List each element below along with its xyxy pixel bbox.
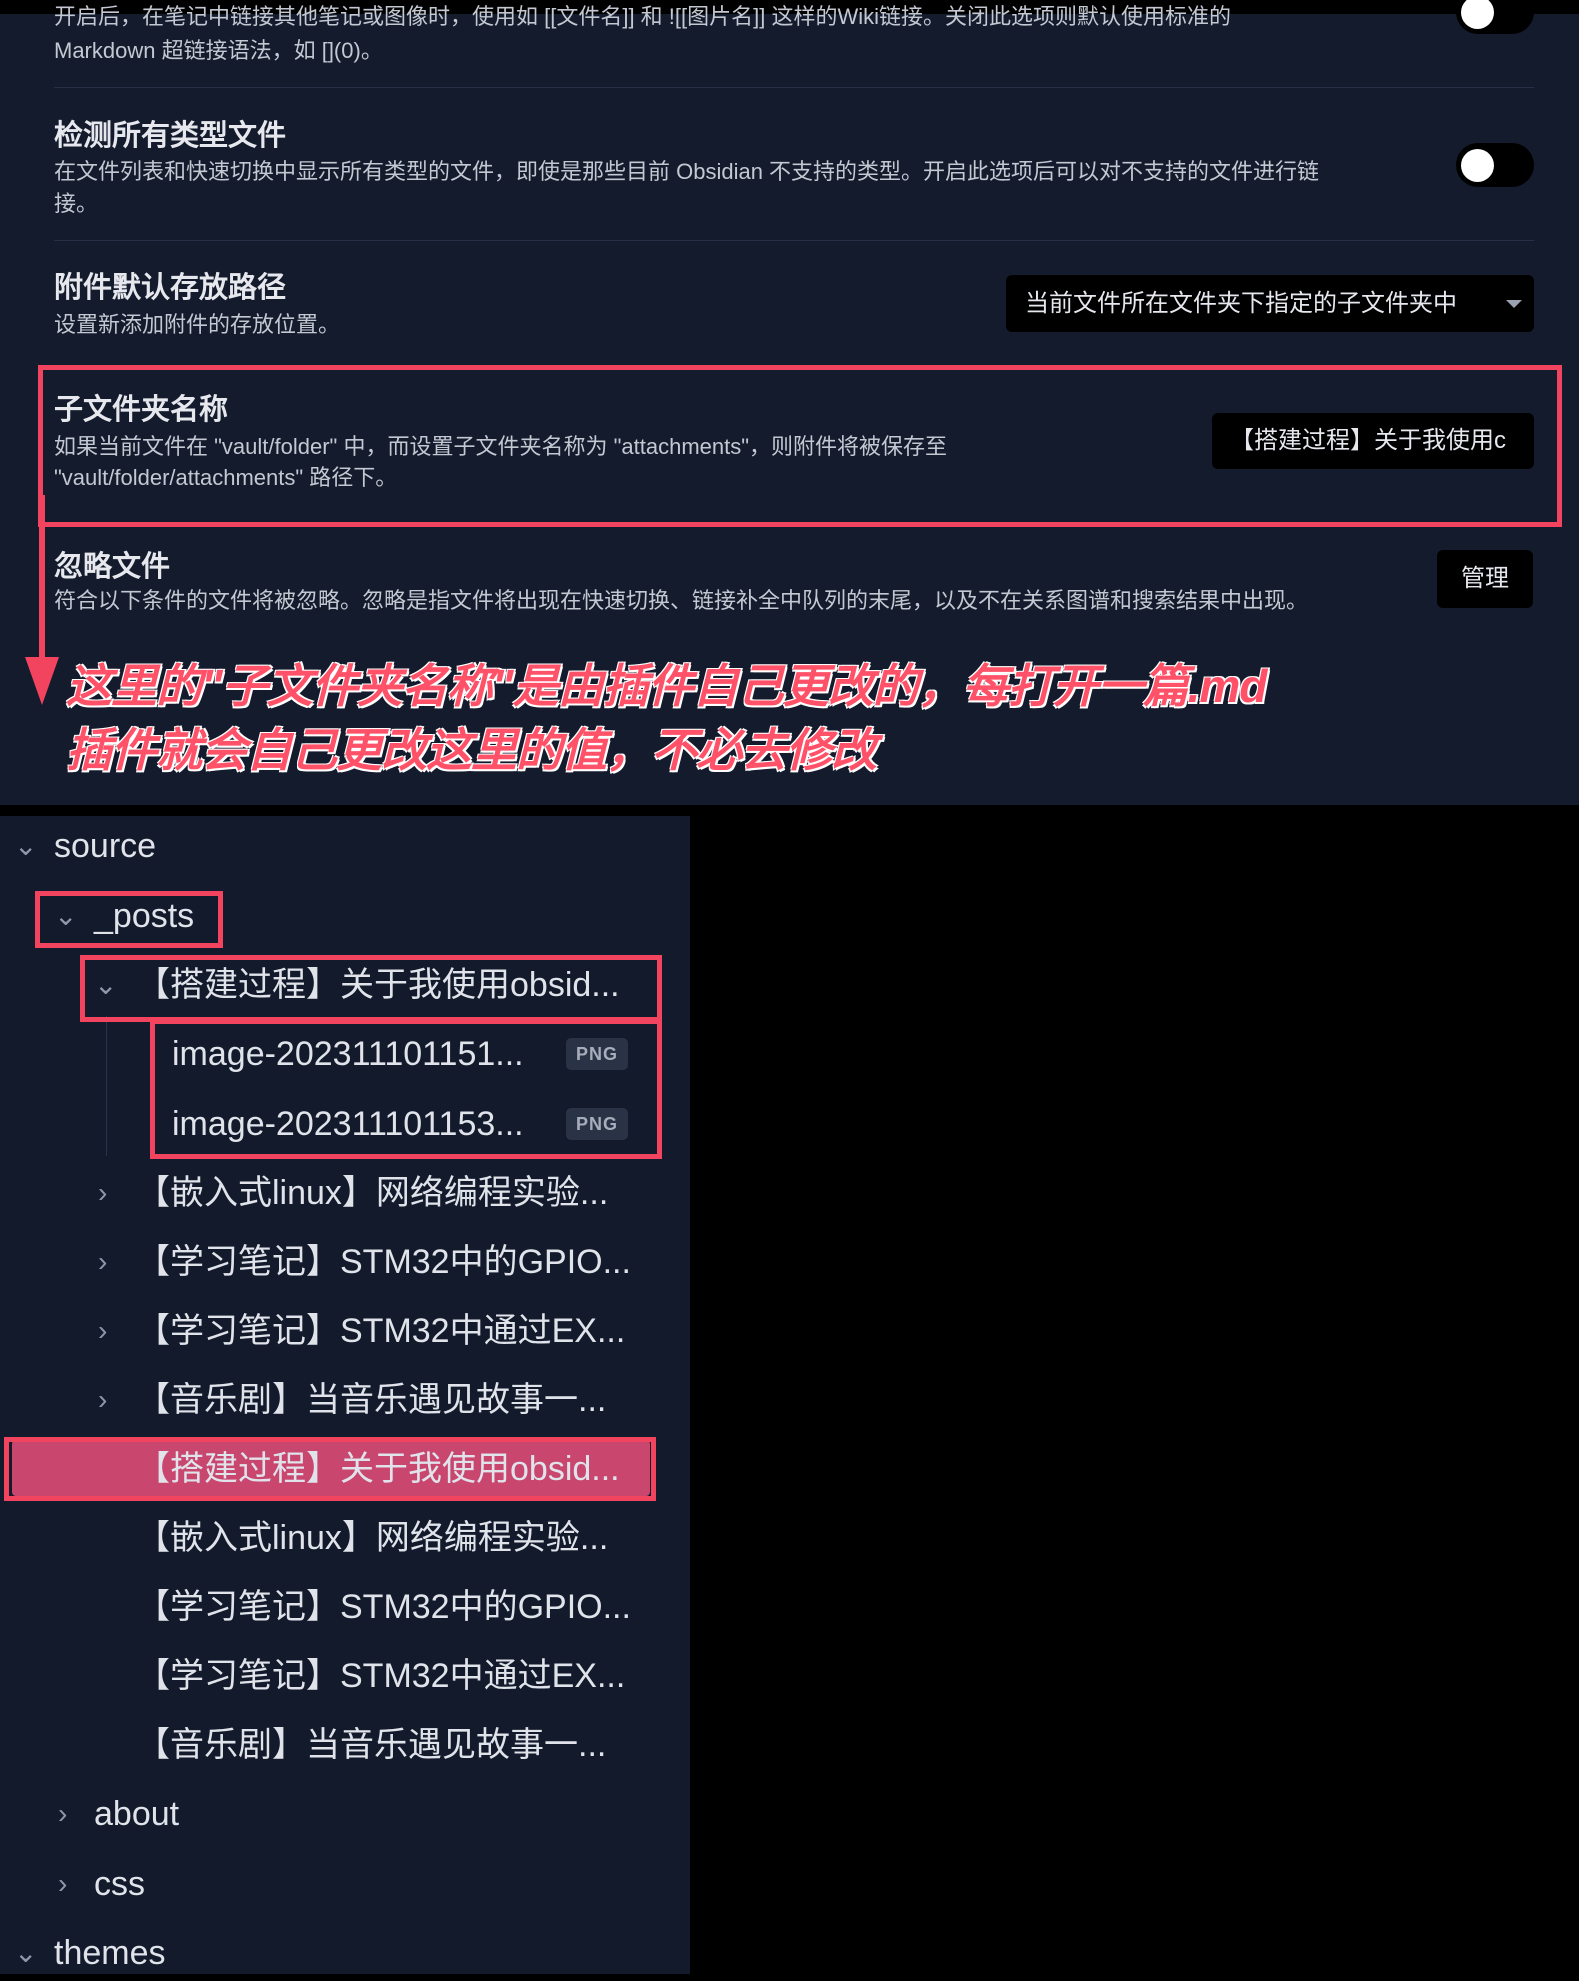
attachment-path-label: 附件默认存放路径 bbox=[54, 272, 287, 304]
prev-setting-desc-line1: 开启后，在笔记中链接其他笔记或图像时，使用如 [[文件名]] 和 ![[图片名]… bbox=[54, 4, 1232, 29]
annotation-line2: 插件就会自己更改这里的值，不必去修改 bbox=[66, 724, 877, 776]
tree-item-label: css bbox=[94, 1865, 145, 1903]
chevron-right-icon: › bbox=[98, 1315, 108, 1346]
subfolder-name-desc-line2: "vault/folder/attachments" 路径下。 bbox=[54, 465, 398, 490]
tree-item-themes[interactable]: ⌄ themes bbox=[0, 1925, 680, 1981]
detect-all-files-desc-line2: 接。 bbox=[54, 191, 99, 216]
chevron-right-icon: › bbox=[98, 1246, 108, 1277]
tree-item-md-file[interactable]: 【嵌入式linux】网络编程实验... bbox=[0, 1510, 680, 1566]
detect-all-files-desc-line1: 在文件列表和快速切换中显示所有类型的文件，即使是那些目前 Obsidian 不支… bbox=[54, 159, 1320, 184]
tree-item-label: 【学习笔记】STM32中通过EX... bbox=[136, 1312, 626, 1350]
subfolder-name-input[interactable]: 【搭建过程】关于我使用c bbox=[1212, 413, 1534, 469]
tree-item-md-file[interactable]: 【音乐剧】当音乐遇见故事一... bbox=[0, 1717, 680, 1773]
detect-all-files-label: 检测所有类型文件 bbox=[54, 120, 287, 152]
tree-item-label: themes bbox=[54, 1934, 166, 1972]
tree-item-label: 【搭建过程】关于我使用obsid... bbox=[136, 1450, 620, 1488]
chevron-right-icon: › bbox=[98, 1177, 108, 1208]
chevron-right-icon: › bbox=[58, 1798, 68, 1829]
tree-item-label: about bbox=[94, 1795, 180, 1833]
posts-highlight-box bbox=[35, 891, 223, 948]
tree-item-label: 【学习笔记】STM32中的GPIO... bbox=[136, 1243, 631, 1281]
tree-item-label: 【音乐剧】当音乐遇见故事一... bbox=[136, 1726, 607, 1764]
attachment-folder-highlight-box bbox=[80, 955, 662, 1022]
detect-all-files-toggle[interactable] bbox=[1456, 143, 1534, 187]
tree-item-md-file[interactable]: 【学习笔记】STM32中的GPIO... bbox=[0, 1579, 680, 1635]
chevron-down-icon: ⌄ bbox=[14, 1937, 38, 1968]
tree-item-label: 【嵌入式linux】网络编程实验... bbox=[136, 1519, 609, 1557]
subfolder-name-value: 【搭建过程】关于我使用c bbox=[1230, 427, 1506, 454]
tree-item-label: source bbox=[54, 827, 157, 865]
tree-item-about[interactable]: › about bbox=[0, 1786, 680, 1842]
tree-item-label: 【学习笔记】STM32中通过EX... bbox=[136, 1657, 626, 1695]
empty-area bbox=[690, 816, 1579, 1974]
divider bbox=[54, 87, 1534, 88]
subfolder-name-desc-line1: 如果当前文件在 "vault/folder" 中，而设置子文件夹名称为 "att… bbox=[54, 434, 948, 459]
attachment-path-value: 当前文件所在文件夹下指定的子文件夹中 bbox=[1025, 290, 1457, 317]
chevron-right-icon: › bbox=[58, 1868, 68, 1899]
tree-item-md-file[interactable]: 【学习笔记】STM32中通过EX... bbox=[0, 1648, 680, 1704]
settings-panel: 开启后，在笔记中链接其他笔记或图像时，使用如 [[文件名]] 和 ![[图片名]… bbox=[0, 0, 1579, 805]
annotation-line1: 这里的"子文件夹名称"是由插件自己更改的，每打开一篇.md bbox=[66, 660, 1267, 712]
tree-item-label: 【学习笔记】STM32中的GPIO... bbox=[136, 1588, 631, 1626]
tree-item-css[interactable]: › css bbox=[0, 1856, 680, 1912]
tree-item-md-file-active[interactable]: 【搭建过程】关于我使用obsid... bbox=[0, 1441, 680, 1497]
chevron-right-icon: › bbox=[98, 1384, 108, 1415]
tree-item-folder[interactable]: › 【音乐剧】当音乐遇见故事一... bbox=[0, 1372, 680, 1428]
tree-item-label: 【音乐剧】当音乐遇见故事一... bbox=[136, 1381, 607, 1419]
png-files-highlight-box bbox=[150, 1019, 662, 1159]
prev-setting-toggle[interactable] bbox=[1456, 0, 1534, 34]
caret-down-icon bbox=[1506, 300, 1522, 308]
tree-item-folder[interactable]: › 【嵌入式linux】网络编程实验... bbox=[0, 1165, 680, 1221]
prev-setting-desc-line2: Markdown 超链接语法，如 [](0)。 bbox=[54, 38, 383, 63]
tree-item-source[interactable]: ⌄ source bbox=[0, 818, 680, 874]
chevron-down-icon: ⌄ bbox=[14, 830, 38, 861]
tree-item-folder[interactable]: › 【学习笔记】STM32中的GPIO... bbox=[0, 1234, 680, 1290]
attachment-path-dropdown[interactable]: 当前文件所在文件夹下指定的子文件夹中 bbox=[1006, 275, 1534, 332]
tree-item-folder[interactable]: › 【学习笔记】STM32中通过EX... bbox=[0, 1303, 680, 1359]
tree-item-label: 【嵌入式linux】网络编程实验... bbox=[136, 1174, 609, 1212]
ignore-files-desc: 符合以下条件的文件将被忽略。忽略是指文件将出现在快速切换、链接补全中队列的末尾，… bbox=[54, 588, 1309, 613]
manage-button[interactable]: 管理 bbox=[1437, 550, 1533, 608]
subfolder-name-label: 子文件夹名称 bbox=[54, 394, 229, 426]
attachment-path-desc: 设置新添加附件的存放位置。 bbox=[54, 312, 341, 337]
divider bbox=[54, 240, 1534, 241]
